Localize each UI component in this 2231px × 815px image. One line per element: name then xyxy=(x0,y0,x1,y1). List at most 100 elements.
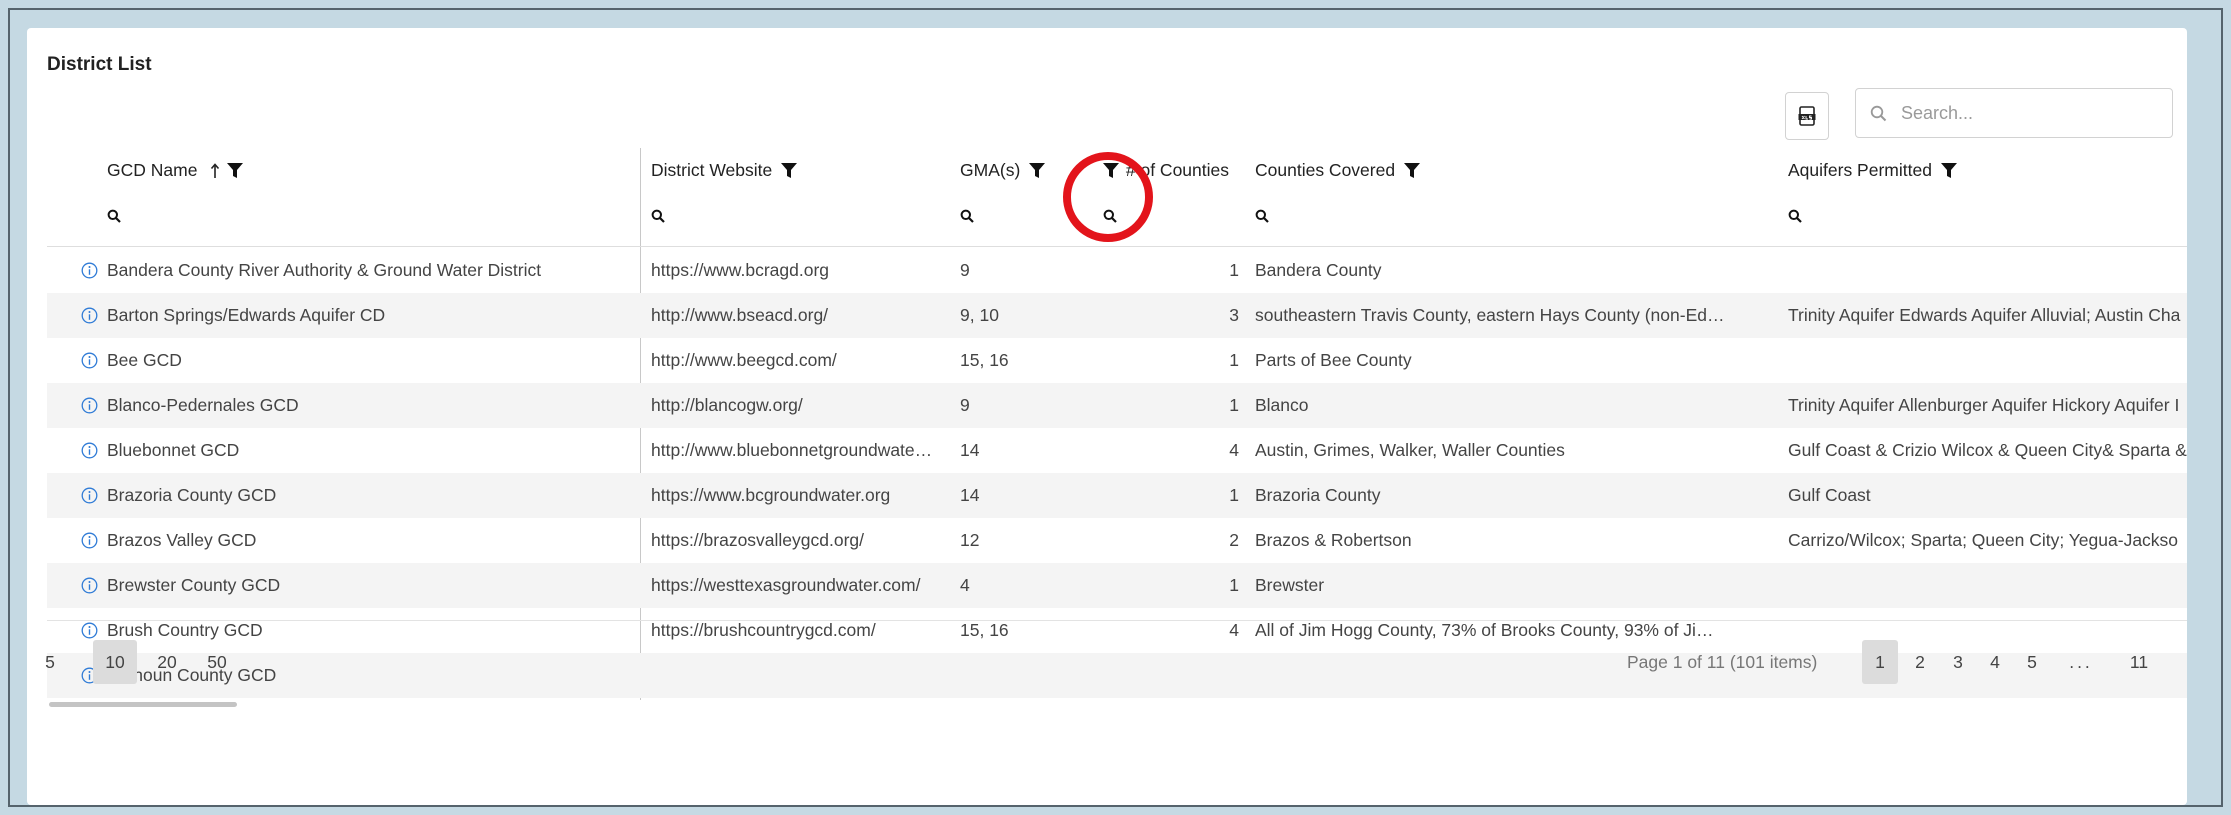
search-field[interactable] xyxy=(1855,88,2173,138)
cell-num-counties: 1 xyxy=(1229,260,1239,280)
search-icon xyxy=(960,209,974,224)
cell-aquifers-permitted: Carrizo/Wilcox; Sparta; Queen City; Yegu… xyxy=(1788,530,2179,550)
cell-gma: 15, 16 xyxy=(960,350,1009,370)
cell-num-counties: 3 xyxy=(1229,305,1239,325)
cell-counties-covered: Parts of Bee County xyxy=(1255,350,1412,370)
cell-gma: 14 xyxy=(960,440,980,460)
table-row[interactable]: Bandera County River Authority & Ground … xyxy=(47,248,2187,293)
cell-gcd-name: Bee GCD xyxy=(107,350,182,370)
table-row[interactable]: Barton Springs/Edwards Aquifer CD http:/… xyxy=(47,293,2187,338)
info-circle-icon[interactable] xyxy=(81,532,98,549)
cell-gma: 15, 16 xyxy=(960,620,1009,640)
column-header-label: Counties Covered xyxy=(1255,160,1396,180)
cell-district-website[interactable]: https://brazosvalleygcd.org/ xyxy=(651,518,951,563)
cell-gma: 12 xyxy=(960,530,980,550)
column-header-gma[interactable]: GMA(s) xyxy=(960,148,1070,193)
filter-funnel-icon[interactable] xyxy=(781,163,798,179)
info-circle-icon[interactable] xyxy=(81,487,98,504)
cell-district-website[interactable]: http://www.beegcd.com/ xyxy=(651,338,951,383)
cell-num-counties: 1 xyxy=(1229,395,1239,415)
page-size-option[interactable]: 5 xyxy=(35,640,65,684)
sort-ascending-icon[interactable] xyxy=(210,163,220,179)
cell-aquifers-permitted xyxy=(1788,563,2187,608)
pager-info: Page 1 of 11 (101 items) xyxy=(1627,652,1818,672)
page-button[interactable]: 5 xyxy=(2017,640,2047,684)
filter-funnel-icon[interactable] xyxy=(1029,163,1046,179)
filter-cell-counties-covered[interactable] xyxy=(1255,193,1295,238)
page-size-option-selected[interactable]: 10 xyxy=(93,640,137,684)
info-circle-icon[interactable] xyxy=(81,262,98,279)
table-row[interactable]: Blanco-Pedernales GCD http://blancogw.or… xyxy=(47,383,2187,428)
cell-aquifers-permitted xyxy=(1788,338,2187,383)
table-row[interactable]: Brazos Valley GCD https://brazosvalleygc… xyxy=(47,518,2187,563)
cell-num-counties: 1 xyxy=(1229,485,1239,505)
page-button[interactable]: 4 xyxy=(1980,640,2010,684)
page-button[interactable]: 2 xyxy=(1905,640,1935,684)
cell-district-website[interactable]: http://blancogw.org/ xyxy=(651,383,951,428)
table-row[interactable]: Bee GCD http://www.beegcd.com/ 15, 16 1 … xyxy=(47,338,2187,383)
filter-cell-gma[interactable] xyxy=(960,193,1000,238)
cell-counties-covered: Austin, Grimes, Walker, Waller Counties xyxy=(1255,440,1565,460)
filter-funnel-icon[interactable] xyxy=(227,163,244,179)
info-circle-icon[interactable] xyxy=(81,307,98,324)
cell-district-website[interactable]: https://westtexasgroundwater.com/ xyxy=(651,563,951,608)
info-circle-icon[interactable] xyxy=(81,442,98,459)
search-icon xyxy=(1870,105,1887,121)
info-circle-icon[interactable] xyxy=(81,577,98,594)
page-button[interactable]: 3 xyxy=(1943,640,1973,684)
info-circle-icon[interactable] xyxy=(81,397,98,414)
cell-gcd-name: Brazoria County GCD xyxy=(107,485,277,505)
cell-gcd-name: Barton Springs/Edwards Aquifer CD xyxy=(107,305,386,325)
filter-funnel-icon[interactable] xyxy=(1403,163,1420,179)
search-icon xyxy=(107,209,121,224)
cell-counties-covered: southeastern Travis County, eastern Hays… xyxy=(1255,305,1725,325)
search-icon xyxy=(651,209,665,224)
cell-gcd-name: Bluebonnet GCD xyxy=(107,440,240,460)
table-row[interactable]: Bluebonnet GCD http://www.bluebonnetgrou… xyxy=(47,428,2187,473)
column-header-district-website[interactable]: District Website xyxy=(651,148,971,193)
table-row[interactable]: Brazoria County GCD https://www.bcground… xyxy=(47,473,2187,518)
scrollbar-thumb[interactable] xyxy=(49,702,237,707)
cell-district-website[interactable]: https://brushcountrygcd.com/ xyxy=(651,608,951,653)
page-size-option[interactable]: 20 xyxy=(147,640,187,684)
cell-gma: 14 xyxy=(960,485,980,505)
cell-district-website[interactable]: https://www.bcgroundwater.org xyxy=(651,473,951,518)
search-input[interactable] xyxy=(1899,101,2143,125)
cell-counties-covered: Brewster xyxy=(1255,575,1325,595)
panel-title: District List xyxy=(47,54,152,75)
column-header-gcd-name[interactable]: GCD Name xyxy=(107,148,627,193)
page-ellipsis: ... xyxy=(2069,652,2093,672)
cell-gma: 9, 10 xyxy=(960,305,999,325)
cell-aquifers-permitted: Trinity Aquifer Edwards Aquifer Alluvial… xyxy=(1788,305,2181,325)
pager-divider xyxy=(47,620,2187,621)
district-list-panel: District List GCD Name xyxy=(27,28,2187,805)
table-row[interactable]: Brewster County GCD https://westtexasgro… xyxy=(47,563,2187,608)
column-header-counties-covered[interactable]: Counties Covered xyxy=(1255,148,1755,193)
cell-district-website[interactable]: http://www.bseacd.org/ xyxy=(651,293,951,338)
export-xlsx-button[interactable] xyxy=(1785,92,1829,140)
cell-district-website[interactable]: http://www.bluebonnetgroundwate… xyxy=(651,428,951,473)
highlight-annotation-circle xyxy=(1063,152,1153,242)
cell-gcd-name: Brazos Valley GCD xyxy=(107,530,257,550)
xlsx-export-icon xyxy=(1798,106,1816,126)
cell-aquifers-permitted: Gulf Coast xyxy=(1788,485,1871,505)
column-header-label: Aquifers Permitted xyxy=(1788,160,1932,180)
cell-district-website[interactable]: https://www.bcragd.org xyxy=(651,248,951,293)
filter-cell-aquifers-permitted[interactable] xyxy=(1788,193,1828,238)
cell-gma: 4 xyxy=(960,575,970,595)
cell-district-website[interactable] xyxy=(651,653,951,698)
cell-gcd-name: Brewster County GCD xyxy=(107,575,281,595)
page-button-current[interactable]: 1 xyxy=(1862,640,1898,684)
page-size-option[interactable]: 50 xyxy=(197,640,237,684)
info-circle-icon[interactable] xyxy=(81,352,98,369)
filter-cell-district-website[interactable] xyxy=(651,193,691,238)
filter-funnel-icon[interactable] xyxy=(1940,163,1957,179)
column-header-aquifers-permitted[interactable]: Aquifers Permitted xyxy=(1788,148,2187,193)
horizontal-scrollbar[interactable] xyxy=(47,700,2187,710)
cell-num-counties: 2 xyxy=(1229,530,1239,550)
info-circle-icon[interactable] xyxy=(81,622,98,639)
cell-num-counties xyxy=(1107,653,1239,698)
filter-cell-gcd-name[interactable] xyxy=(107,193,147,238)
cell-gma: 9 xyxy=(960,260,970,280)
page-button-last[interactable]: 11 xyxy=(2121,640,2157,684)
